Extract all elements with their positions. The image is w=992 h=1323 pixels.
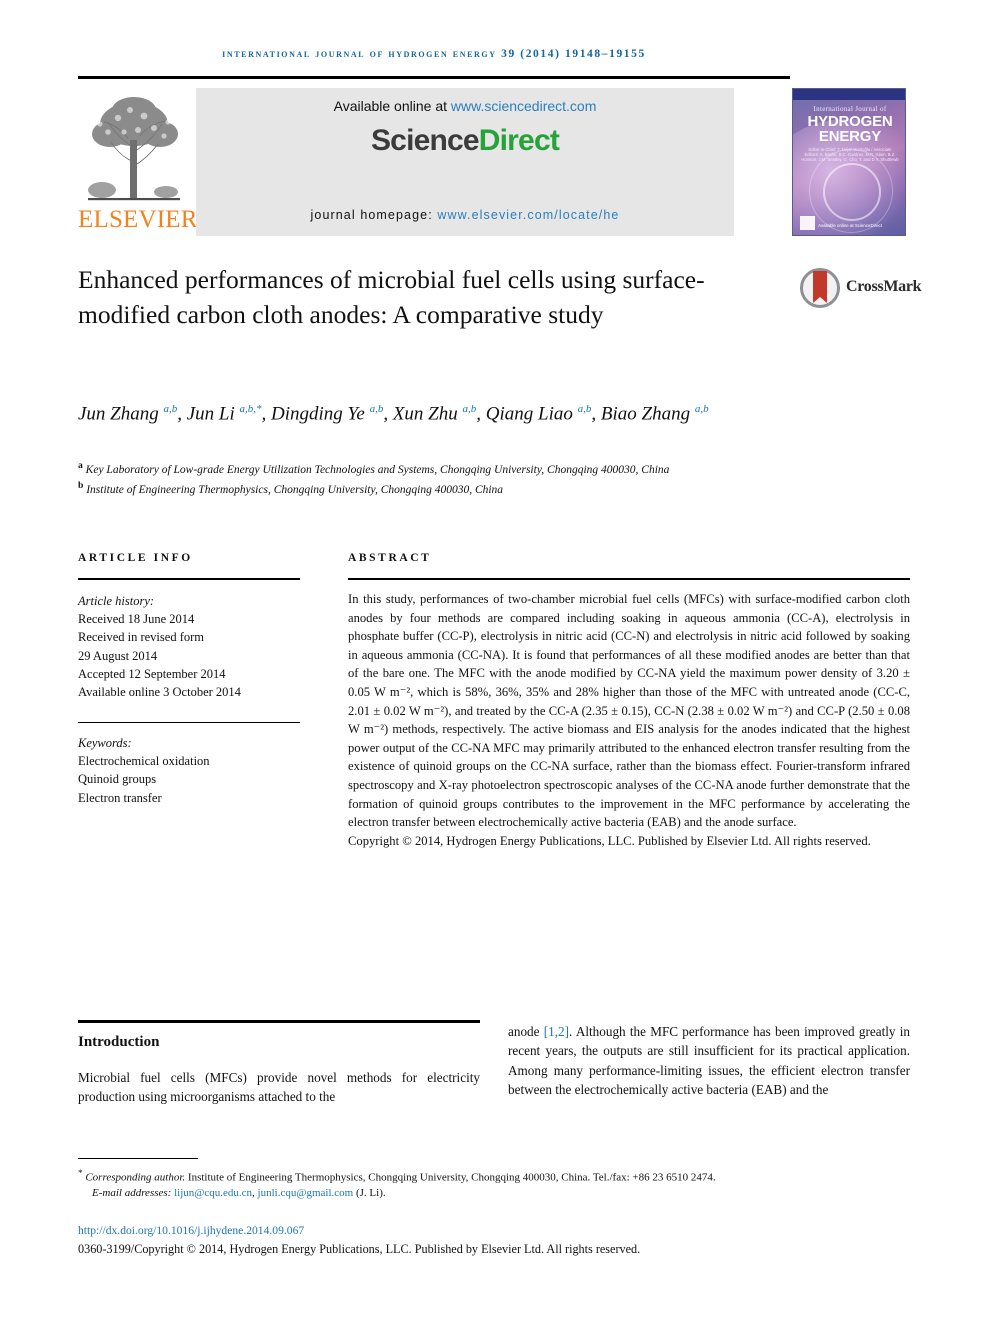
affiliation-mark: b [78, 480, 84, 492]
email-link-1[interactable]: lijun@cqu.edu.cn [174, 1187, 252, 1199]
body-right-prefix: anode [508, 1024, 544, 1039]
email-note: E-mail addresses: lijun@cqu.edu.cn, junl… [78, 1186, 910, 1201]
author-name: Jun Zhang [78, 403, 159, 425]
page-title: Enhanced performances of microbial fuel … [78, 265, 705, 329]
keywords-label: Keywords: [78, 736, 132, 750]
header-rule [78, 76, 790, 79]
cover-top-band [793, 89, 905, 100]
keyword-item: Electrochemical oxidation [78, 754, 210, 769]
abstract-block: In this study, performances of two-chamb… [348, 590, 910, 850]
article-info-rule [78, 578, 300, 580]
email-link-2[interactable]: junli.cqu@gmail.com [258, 1187, 354, 1199]
article-first-page: International Journal of Hydrogen Energy… [0, 0, 992, 1323]
article-history-label: Article history: [78, 594, 155, 608]
cover-journal-title: HYDROGEN ENERGY [797, 114, 903, 144]
corresponding-author-marker: * [78, 1168, 83, 1178]
abstract-text: In this study, performances of two-chamb… [348, 592, 910, 830]
article-history-item: Received 18 June 2014 [78, 612, 195, 627]
sciencedirect-logo-science: Science [370, 124, 480, 157]
cover-inner-ring [823, 163, 881, 221]
crossmark-badge[interactable]: CrossMark [800, 268, 922, 310]
footnote-rule [78, 1158, 198, 1160]
section-heading-introduction: Introduction [78, 1034, 160, 1050]
cover-editors: Editor-in-Chief: T. Nejat Veziroğlu / As… [801, 147, 899, 163]
keyword-item: Quinoid groups [78, 772, 157, 787]
abstract-rule [348, 578, 910, 580]
available-online-line: Available online at www.sciencedirect.co… [196, 98, 734, 114]
journal-homepage-line: journal homepage: www.elsevier.com/locat… [196, 208, 734, 222]
affiliation-item: b Institute of Engineering Thermophysics… [78, 478, 778, 498]
author-name: Biao Zhang [600, 403, 691, 425]
crossmark-ribbon-icon [813, 271, 827, 303]
body-right-text: . Although the MFC performance has been … [508, 1024, 910, 1098]
author-name: Dingding Ye [271, 403, 365, 425]
article-history-block: Article history: Received 18 June 2014 R… [78, 592, 308, 701]
affiliation-item: a Key Laboratory of Low-grade Energy Uti… [78, 458, 778, 478]
keyword-item: Electron transfer [78, 790, 162, 805]
keywords-block: Keywords: Electrochemical oxidation Quin… [78, 734, 308, 807]
affiliation-mark: a [78, 460, 83, 471]
body-column-right: anode [1,2]. Although the MFC performanc… [508, 1022, 910, 1100]
email-label: E-mail addresses: [92, 1187, 175, 1200]
article-history-item: Received in revised form [78, 630, 204, 645]
elsevier-wordmark: ELSEVIER [78, 206, 198, 233]
elsevier-logo: ELSEVIER [78, 88, 198, 236]
cover-title-energy: ENERGY [818, 128, 882, 145]
author-name: Jun Li [186, 403, 235, 425]
sciencedirect-link[interactable]: www.sciencedirect.com [451, 98, 597, 114]
article-info-heading: ARTICLE INFO [78, 552, 193, 564]
affiliation-text: Key Laboratory of Low-grade Energy Utili… [85, 463, 670, 476]
corresponding-author-text: Institute of Engineering Thermophysics, … [185, 1171, 716, 1184]
issn-copyright-line: 0360-3199/Copyright © 2014, Hydrogen Ene… [78, 1242, 641, 1256]
corresponding-author-note: * Corresponding author. Institute of Eng… [78, 1166, 910, 1186]
article-history-item: Available online 3 October 2014 [78, 685, 241, 700]
keywords-rule [78, 722, 300, 723]
crossmark-label: CrossMark [846, 278, 922, 295]
article-history-item: 29 August 2014 [78, 648, 158, 663]
introduction-rule [78, 1020, 480, 1023]
author-affiliation-marks: a,b [694, 403, 709, 415]
author-affiliation-marks: a,b,* [239, 403, 262, 415]
sciencedirect-logo-direct: Direct [478, 124, 560, 157]
journal-cover-thumbnail: International Journal of HYDROGEN ENERGY… [792, 88, 906, 236]
journal-running-head: International Journal of Hydrogen Energy… [222, 48, 646, 60]
author-affiliation-marks: a,b [369, 403, 384, 415]
affiliation-text: Institute of Engineering Thermophysics, … [86, 484, 504, 497]
citation-link[interactable]: [1,2] [544, 1024, 569, 1039]
cover-top-title: International Journal of [813, 105, 887, 113]
author-affiliation-marks: a,b [462, 403, 477, 415]
affiliation-list: a Key Laboratory of Low-grade Energy Uti… [78, 458, 778, 499]
author-name: Qiang Liao [485, 403, 573, 425]
elsevier-tree-icon [88, 97, 180, 201]
abstract-heading: ABSTRACT [348, 552, 432, 564]
sciencedirect-logo: ScienceDirect [196, 124, 734, 158]
available-online-label: Available online at [333, 98, 451, 114]
doi-link[interactable]: http://dx.doi.org/10.1016/j.ijhydene.201… [78, 1224, 910, 1237]
email-suffix: (J. Li). [353, 1187, 386, 1200]
author-affiliation-marks: a,b [163, 403, 178, 415]
author-list: Jun Zhang a,b, Jun Li a,b,*, Dingding Ye… [78, 403, 709, 425]
footnote-block: * Corresponding author. Institute of Eng… [78, 1166, 910, 1201]
abstract-copyright: Copyright © 2014, Hydrogen Energy Public… [348, 833, 871, 848]
author-name: Xun Zhu [392, 403, 458, 425]
corresponding-author-label: Corresponding author. [85, 1171, 186, 1184]
body-column-left: Microbial fuel cells (MFCs) provide nove… [78, 1070, 480, 1105]
journal-homepage-link[interactable]: www.elsevier.com/locate/he [437, 208, 619, 222]
cover-bottom-note: Available online at ScienceDirect [818, 223, 882, 228]
article-history-item: Accepted 12 September 2014 [78, 666, 226, 681]
author-affiliation-marks: a,b [577, 403, 592, 415]
journal-homepage-label: journal homepage: [310, 208, 438, 222]
